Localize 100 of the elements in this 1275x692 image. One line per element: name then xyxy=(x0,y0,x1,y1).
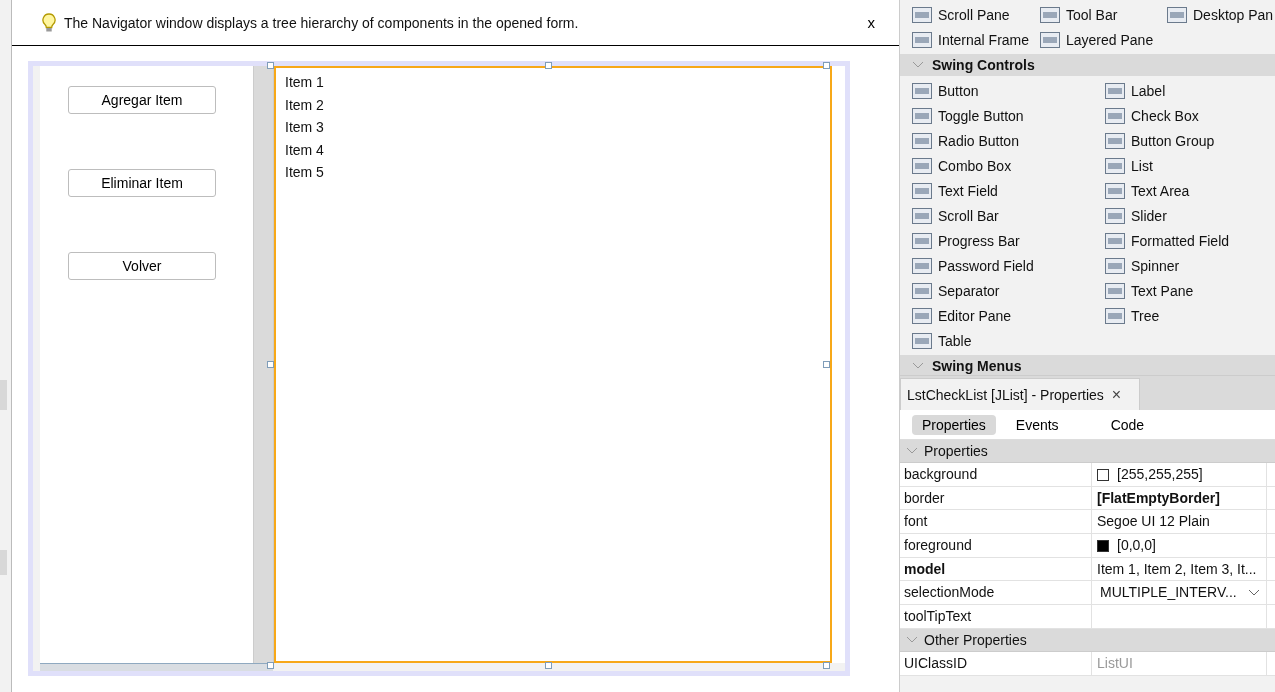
palette-item[interactable]: Label xyxy=(1105,78,1275,103)
palette-category[interactable]: Swing Menus xyxy=(900,355,1275,375)
palette-item[interactable]: Text Pane xyxy=(1105,278,1275,303)
caret-icon xyxy=(1248,588,1260,597)
palette-item[interactable]: List xyxy=(1105,153,1275,178)
palette-item[interactable]: Formatted Field xyxy=(1105,228,1275,253)
property-value[interactable]: Segoe UI 12 Plain xyxy=(1092,510,1210,534)
palette-item[interactable]: Internal Frame xyxy=(912,27,1040,52)
palette-item[interactable]: Table xyxy=(912,328,1105,353)
resize-handle[interactable] xyxy=(267,62,274,69)
palette-item[interactable]: Check Box xyxy=(1105,103,1275,128)
component-icon xyxy=(1040,30,1060,49)
chevron-icon[interactable] xyxy=(912,362,924,370)
component-icon xyxy=(1105,281,1125,300)
palette-item[interactable]: Toggle Button xyxy=(912,103,1105,128)
resize-handle[interactable] xyxy=(823,662,830,669)
property-name: UIClassID xyxy=(900,651,1092,675)
property-name: selectionMode xyxy=(900,581,1092,605)
component-icon xyxy=(1105,181,1125,200)
resize-handle[interactable] xyxy=(267,662,274,669)
component-icon xyxy=(912,131,932,150)
palette-item[interactable]: Tree xyxy=(1105,303,1275,328)
palette-item[interactable]: Slider xyxy=(1105,203,1275,228)
palette-category[interactable]: Swing Controls xyxy=(900,54,1275,76)
close-button[interactable]: x xyxy=(863,14,879,31)
component-icon xyxy=(1105,156,1125,175)
component-icon xyxy=(1105,256,1125,275)
sheet-tab[interactable]: Events xyxy=(1005,414,1069,435)
property-name: border xyxy=(900,486,1092,510)
close-button[interactable]: × xyxy=(1111,385,1122,404)
form-button[interactable]: Volver xyxy=(68,252,216,280)
component-icon xyxy=(912,5,932,24)
list-entry[interactable]: Item 1 xyxy=(285,71,821,94)
property-value[interactable]: Item 1, Item 2, Item 3, It... xyxy=(1092,557,1257,581)
resize-handle[interactable] xyxy=(823,62,830,69)
form-button[interactable]: Eliminar Item xyxy=(68,169,216,197)
component-icon xyxy=(1105,231,1125,250)
list-entry[interactable]: Item 4 xyxy=(285,138,821,161)
resize-handle[interactable] xyxy=(545,662,552,669)
list-component[interactable]: Item 1 Item 2 Item 3 Item 4 Item 5 xyxy=(274,66,832,664)
component-icon xyxy=(912,306,932,325)
palette-item[interactable]: Desktop Pan xyxy=(1167,2,1275,27)
component-icon xyxy=(912,206,932,225)
component-icon xyxy=(912,30,932,49)
property-name: font xyxy=(900,510,1092,534)
palette-item[interactable]: Radio Button xyxy=(912,128,1105,153)
component-icon xyxy=(1105,81,1125,100)
chevron-icon[interactable] xyxy=(912,61,924,69)
sheet-tab[interactable]: Properties xyxy=(912,414,996,435)
component-icon xyxy=(912,281,932,300)
property-name: foreground xyxy=(900,534,1092,558)
palette-item[interactable]: Text Area xyxy=(1105,178,1275,203)
list-entry[interactable]: Item 2 xyxy=(285,93,821,116)
palette-item[interactable]: Progress Bar xyxy=(912,228,1105,253)
chevron-icon[interactable] xyxy=(906,635,918,644)
palette-item[interactable]: Separator xyxy=(912,278,1105,303)
properties-tab[interactable]: LstCheckList [JList] - Properties × xyxy=(900,378,1140,410)
lightbulb-icon xyxy=(42,12,56,33)
component-icon xyxy=(1105,131,1125,150)
palette-item[interactable]: Editor Pane xyxy=(912,303,1105,328)
tip-text: The Navigator window displays a tree hierarchy of components in the opened form. xyxy=(64,14,580,31)
resize-handle[interactable] xyxy=(823,361,830,368)
component-icon xyxy=(912,331,932,350)
component-icon xyxy=(912,231,932,250)
component-icon xyxy=(1167,5,1187,24)
property-value[interactable]: [FlatEmptyBorder] xyxy=(1092,486,1220,510)
palette-item[interactable]: Tool Bar xyxy=(1040,2,1167,27)
palette-item[interactable]: Button Group xyxy=(1105,128,1275,153)
list-entry[interactable]: Item 3 xyxy=(285,116,821,139)
palette-item[interactable]: Scroll Pane xyxy=(912,2,1040,27)
component-icon xyxy=(912,181,932,200)
palette-item[interactable]: Password Field xyxy=(912,253,1105,278)
property-category[interactable]: Properties xyxy=(900,440,1275,463)
component-icon xyxy=(1105,106,1125,125)
component-icon xyxy=(912,156,932,175)
component-icon xyxy=(912,256,932,275)
chevron-icon[interactable] xyxy=(906,447,918,455)
property-name: toolTipText xyxy=(900,605,1092,629)
list-entry[interactable]: Item 5 xyxy=(285,161,821,184)
resize-handle[interactable] xyxy=(545,62,552,69)
scroll-bar[interactable] xyxy=(40,663,273,671)
component-icon xyxy=(1105,206,1125,225)
component-icon xyxy=(912,106,932,125)
palette-item[interactable]: Layered Pane xyxy=(1040,27,1167,52)
component-icon xyxy=(912,81,932,100)
property-value[interactable]: [0,0,0] xyxy=(1092,534,1156,558)
form-button[interactable]: Agregar Item xyxy=(68,86,216,114)
property-category[interactable]: Other Properties xyxy=(900,628,1275,652)
palette-item[interactable]: Button xyxy=(912,78,1105,103)
property-name: model xyxy=(900,557,1092,581)
palette-item[interactable]: Combo Box xyxy=(912,153,1105,178)
component-icon xyxy=(1105,306,1125,325)
palette-item[interactable]: Text Field xyxy=(912,178,1105,203)
resize-handle[interactable] xyxy=(267,361,274,368)
palette-item[interactable]: Spinner xyxy=(1105,253,1275,278)
palette-item[interactable]: Scroll Bar xyxy=(912,203,1105,228)
sheet-tab[interactable]: Code xyxy=(1100,414,1155,435)
property-value[interactable]: [255,255,255] xyxy=(1092,463,1203,486)
property-dropdown[interactable]: MULTIPLE_INTERV... xyxy=(1092,581,1266,605)
property-name: background xyxy=(900,463,1092,486)
